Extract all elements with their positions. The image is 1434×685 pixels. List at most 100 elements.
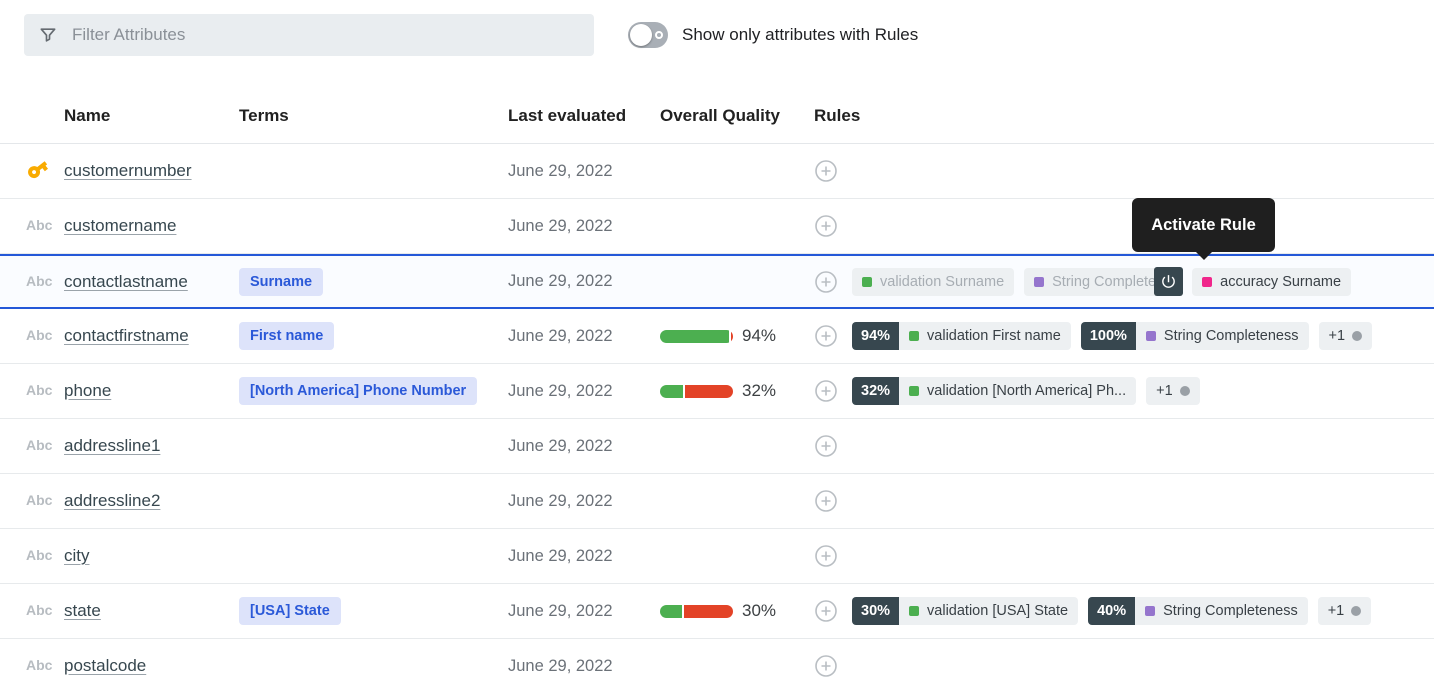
rule-chip-label: validation First name	[927, 328, 1061, 344]
purple-rule-dot-icon	[1034, 277, 1044, 287]
more-rules-chip[interactable]: +1	[1318, 597, 1372, 625]
green-rule-dot-icon	[909, 606, 919, 616]
rule-chip[interactable]: 32%validation [North America] Ph...	[852, 377, 1136, 405]
text-type-icon: Abc	[26, 547, 52, 563]
attribute-name-link[interactable]: state	[64, 601, 101, 620]
header-rules: Rules	[814, 106, 1434, 126]
more-rules-dot-icon	[1351, 606, 1361, 616]
green-rule-dot-icon	[862, 277, 872, 287]
add-rule-button[interactable]	[814, 434, 838, 458]
last-evaluated-date: June 29, 2022	[508, 657, 613, 675]
name-cell: addressline2	[64, 491, 239, 511]
rules-cell: 32%validation [North America] Ph... +1	[814, 377, 1434, 405]
row-type-cell: Abc	[0, 657, 64, 675]
rule-chip[interactable]: 100%String Completeness	[1081, 322, 1309, 350]
header-overall-quality: Overall Quality	[660, 106, 814, 126]
text-type-icon: Abc	[26, 382, 52, 398]
rules-cell	[814, 654, 1434, 678]
rule-chip[interactable]: accuracy Surname	[1192, 268, 1351, 296]
add-rule-button[interactable]	[814, 379, 838, 403]
last-evaluated-date: June 29, 2022	[508, 382, 613, 400]
last-evaluated-cell: June 29, 2022	[508, 382, 660, 401]
header-name: Name	[64, 106, 239, 126]
name-cell: customername	[64, 216, 239, 236]
rules-cell	[814, 434, 1434, 458]
rule-score-badge: 94%	[852, 322, 899, 350]
rule-chip-body: String Completeness	[1024, 268, 1174, 296]
attribute-name-link[interactable]: city	[64, 546, 90, 565]
rule-score-badge: 32%	[852, 377, 899, 405]
quality-bar	[660, 330, 733, 343]
rule-chip[interactable]: 30%validation [USA] State	[852, 597, 1078, 625]
rules-cell	[814, 544, 1434, 568]
add-rule-button[interactable]	[814, 654, 838, 678]
rule-chip[interactable]: validation Surname	[852, 268, 1014, 296]
purple-rule-dot-icon	[1146, 331, 1156, 341]
term-chip[interactable]: [North America] Phone Number	[239, 377, 477, 405]
last-evaluated-cell: June 29, 2022	[508, 217, 660, 236]
add-rule-button[interactable]	[814, 324, 838, 348]
add-rule-button[interactable]	[814, 544, 838, 568]
table-row: Abc phone [North America] Phone Number June…	[0, 364, 1434, 419]
rule-chip-body: String Completeness	[1135, 597, 1308, 625]
rule-chip-body: validation Surname	[852, 268, 1014, 296]
activate-rule-button[interactable]	[1154, 267, 1183, 296]
rule-chips: 94% validation First name 100%String Compl…	[852, 322, 1372, 350]
add-rule-button[interactable]	[814, 159, 838, 183]
quality-bar-green-segment	[660, 385, 683, 398]
attribute-name-link[interactable]: customername	[64, 216, 176, 235]
last-evaluated-date: June 29, 2022	[508, 217, 613, 235]
last-evaluated-date: June 29, 2022	[508, 437, 613, 455]
rule-chips: validation Surname String Completeness acc…	[852, 268, 1351, 296]
add-rule-button[interactable]	[814, 214, 838, 238]
name-cell: city	[64, 546, 239, 566]
table-row: Abcstate[USA] StateJune 29, 202230%30%va…	[0, 584, 1434, 639]
row-type-cell	[0, 157, 64, 186]
rule-chip[interactable]: String Completeness	[1024, 268, 1174, 296]
attribute-name-link[interactable]: contactfirstname	[64, 326, 189, 345]
term-chip[interactable]: [USA] State	[239, 597, 341, 625]
rule-chip[interactable]: 94% validation First name	[852, 322, 1071, 350]
row-type-cell: Abc	[0, 547, 64, 565]
more-rules-chip[interactable]: +1	[1146, 377, 1200, 405]
terms-cell: [USA] State	[239, 597, 508, 625]
name-cell: postalcode	[64, 656, 239, 676]
last-evaluated-date: June 29, 2022	[508, 602, 613, 620]
show-rules-toggle[interactable]	[628, 22, 668, 48]
attribute-name-link[interactable]: postalcode	[64, 656, 146, 675]
filter-attributes-input[interactable]	[72, 25, 580, 45]
add-rule-button[interactable]	[814, 270, 838, 294]
text-type-icon: Abc	[26, 657, 52, 673]
rules-cell	[814, 159, 1434, 183]
more-rules-dot-icon	[1180, 386, 1190, 396]
term-chip[interactable]: First name	[239, 322, 334, 350]
term-chip[interactable]: Surname	[239, 268, 323, 296]
add-rule-button[interactable]	[814, 489, 838, 513]
attribute-name-link[interactable]: addressline1	[64, 436, 160, 455]
quality-percent: 32%	[742, 381, 776, 401]
quality-cell: 32%	[660, 381, 814, 401]
more-rules-count: +1	[1329, 328, 1346, 344]
tooltip-text: Activate Rule	[1151, 216, 1256, 235]
text-type-icon: Abc	[26, 327, 52, 343]
attribute-name-link[interactable]: contactlastname	[64, 272, 188, 291]
last-evaluated-date: June 29, 2022	[508, 547, 613, 565]
last-evaluated-date: June 29, 2022	[508, 162, 613, 180]
text-type-icon: Abc	[26, 273, 52, 289]
text-type-icon: Abc	[26, 217, 52, 233]
attribute-name-link[interactable]: addressline2	[64, 491, 160, 510]
rule-chip[interactable]: 40%String Completeness	[1088, 597, 1308, 625]
more-rules-chip[interactable]: +1	[1319, 322, 1373, 350]
row-type-cell: Abc	[0, 382, 64, 400]
purple-rule-dot-icon	[1145, 606, 1155, 616]
add-rule-button[interactable]	[814, 599, 838, 623]
rules-cell: 94% validation First name 100%String Compl…	[814, 322, 1434, 350]
attribute-name-link[interactable]: customernumber	[64, 161, 192, 180]
name-cell: state	[64, 601, 239, 621]
table-row: AbccontactlastnameSurnameJune 29, 2022va…	[0, 254, 1434, 309]
quality-bar-red-segment	[684, 605, 733, 618]
filter-box[interactable]	[24, 14, 594, 56]
primary-key-icon	[26, 168, 50, 185]
toggle-off-ring-icon	[655, 31, 663, 39]
attribute-name-link[interactable]: phone	[64, 381, 111, 400]
